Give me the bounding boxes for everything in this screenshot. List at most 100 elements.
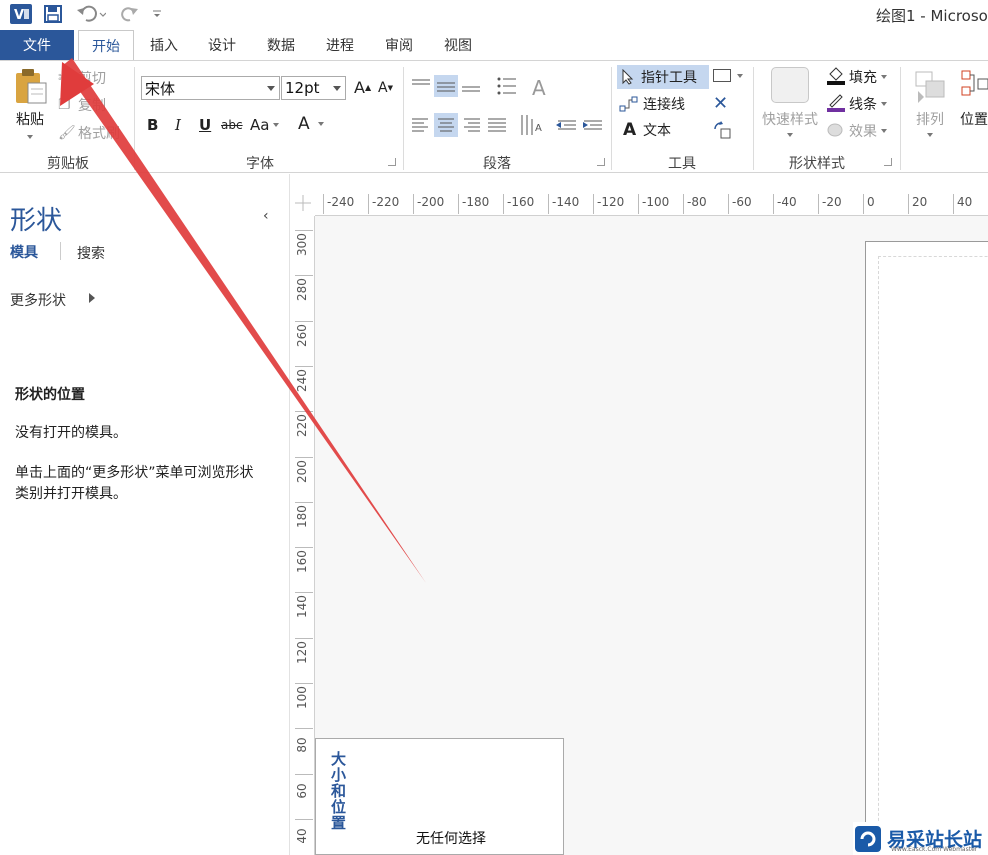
ruler-label: -20 — [822, 195, 842, 209]
tab-file[interactable]: 文件 — [0, 30, 74, 60]
ribbon-tabs: 文件 开始 插入 设计 数据 进程 审阅 视图 — [0, 28, 988, 61]
ruler-tick — [458, 194, 459, 214]
effects-icon — [826, 121, 846, 141]
change-case-button[interactable]: Aa — [250, 116, 280, 134]
align-bottom-icon — [462, 86, 480, 92]
ruler-label: -180 — [462, 195, 490, 209]
ruler-label: 140 — [295, 595, 309, 619]
paragraph-dialog-launcher-icon[interactable] — [597, 158, 605, 166]
ruler-tick — [295, 728, 313, 730]
line-button[interactable]: 线条 — [826, 93, 887, 115]
redo-icon[interactable] — [118, 3, 142, 25]
tab-home[interactable]: 开始 — [78, 30, 134, 61]
paste-button[interactable]: 粘贴 — [8, 67, 52, 147]
chevron-down-icon — [273, 123, 280, 127]
separator — [403, 67, 404, 170]
ruler-label: -100 — [642, 195, 670, 209]
vertical-ruler: 300 280 260 240 220 200 180 160 140 120 100 80 60 40 — [291, 216, 315, 855]
paragraph-controls: A A — [412, 75, 602, 137]
collapse-pane-icon[interactable]: ‹ — [263, 208, 269, 224]
tab-process[interactable]: 进程 — [316, 30, 364, 60]
paste-dropdown-icon — [27, 135, 33, 139]
cut-button[interactable]: ✂ 剪切 — [58, 68, 106, 88]
format-painter-button[interactable]: 🖌 格式刷 — [58, 123, 120, 143]
text-tool-button[interactable]: A 文本 — [623, 119, 671, 141]
rectangle-tool-button[interactable] — [713, 69, 743, 82]
ruler-label: 40 — [295, 828, 309, 844]
ruler-label: 100 — [295, 686, 309, 709]
ruler-label: 160 — [295, 550, 309, 574]
shape-styles-group-label: 形状样式 — [789, 156, 845, 172]
drawing-page[interactable] — [865, 241, 988, 855]
ruler-label: 240 — [295, 368, 309, 392]
close-icon[interactable]: ✕ — [713, 93, 728, 114]
pointer-tool-button[interactable]: 指针工具 — [617, 65, 709, 89]
ruler-tick — [908, 194, 909, 214]
font-dialog-launcher-icon[interactable] — [388, 158, 396, 166]
more-shapes-menu[interactable]: 更多形状 — [10, 290, 66, 310]
copy-button[interactable]: ❐ 复制 — [58, 95, 106, 115]
underline-button[interactable]: U — [199, 116, 211, 134]
separator — [753, 67, 754, 170]
ruler-tick — [295, 683, 313, 684]
ruler-tick — [295, 365, 313, 367]
watermark-subtext: Www.Easck.Com Webmaster — [891, 846, 978, 853]
chevron-right-icon[interactable] — [89, 293, 95, 303]
paragraph-group-label: 段落 — [483, 156, 511, 172]
paste-label: 粘贴 — [16, 112, 44, 128]
tab-view[interactable]: 视图 — [434, 30, 482, 60]
help-text-line-2: 类别并打开模具。 — [15, 486, 127, 502]
ruler-tick — [368, 194, 369, 214]
font-name-combo[interactable]: 宋体 — [141, 76, 280, 100]
arrange-button[interactable]: 排列 — [908, 69, 952, 137]
tab-search[interactable]: 搜索 — [77, 243, 105, 263]
font-size-combo[interactable]: 12pt — [281, 76, 346, 100]
ruler-label: -220 — [372, 195, 400, 209]
fill-button[interactable]: 填充 — [826, 66, 887, 88]
ruler-tick — [295, 275, 313, 277]
quick-styles-button[interactable]: 快速样式 — [758, 67, 822, 137]
connector-button[interactable]: 连接线 — [619, 93, 685, 115]
italic-button[interactable]: I — [175, 116, 181, 134]
ruler-tick — [863, 194, 864, 214]
ruler-corner — [291, 190, 315, 216]
position-button[interactable]: 位置 — [960, 69, 988, 129]
quick-styles-label: 快速样式 — [762, 112, 818, 128]
visio-logo-icon: V — [8, 3, 34, 25]
shape-styles-dialog-launcher-icon[interactable] — [884, 158, 892, 166]
bold-button[interactable]: B — [147, 116, 158, 134]
undo-icon[interactable] — [74, 3, 108, 25]
arrange-label: 排列 — [916, 112, 944, 128]
ruler-tick — [593, 194, 594, 214]
ruler-label: 280 — [295, 278, 309, 302]
tab-data[interactable]: 数据 — [257, 30, 305, 60]
line-label: 线条 — [849, 97, 877, 113]
connection-point-icon[interactable] — [713, 121, 733, 141]
ruler-label: -160 — [507, 195, 535, 209]
save-icon[interactable] — [42, 3, 64, 25]
strikethrough-button[interactable]: abc — [221, 118, 243, 132]
shrink-font-icon: A — [378, 80, 388, 96]
tab-design[interactable]: 设计 — [198, 30, 246, 60]
svg-text:A: A — [535, 123, 542, 134]
ruler-label: 300 — [295, 233, 309, 256]
format-painter-label: 格式刷 — [78, 126, 120, 142]
customize-qat-icon[interactable] — [150, 3, 164, 25]
font-color-button[interactable]: A — [298, 114, 324, 134]
bullets-icon — [497, 77, 516, 95]
watermark-logo-icon — [855, 825, 881, 852]
tab-review[interactable]: 审阅 — [375, 30, 423, 60]
shrink-font-button[interactable]: A ▼ — [378, 80, 393, 96]
logo-letter: V — [14, 8, 24, 23]
effects-button[interactable]: 效果 — [826, 120, 887, 142]
grow-font-button[interactable]: A ▲ — [354, 78, 371, 97]
tab-stencils[interactable]: 模具 — [10, 242, 38, 262]
ruler-label: -40 — [777, 195, 797, 209]
tools-group-label: 工具 — [668, 156, 696, 172]
ruler-tick — [728, 194, 729, 214]
chevron-down-icon — [737, 73, 743, 78]
position-label: 位置 — [960, 112, 988, 128]
align-top-icon — [412, 79, 430, 85]
tab-insert[interactable]: 插入 — [140, 30, 188, 60]
ruler-label: 40 — [957, 195, 973, 209]
